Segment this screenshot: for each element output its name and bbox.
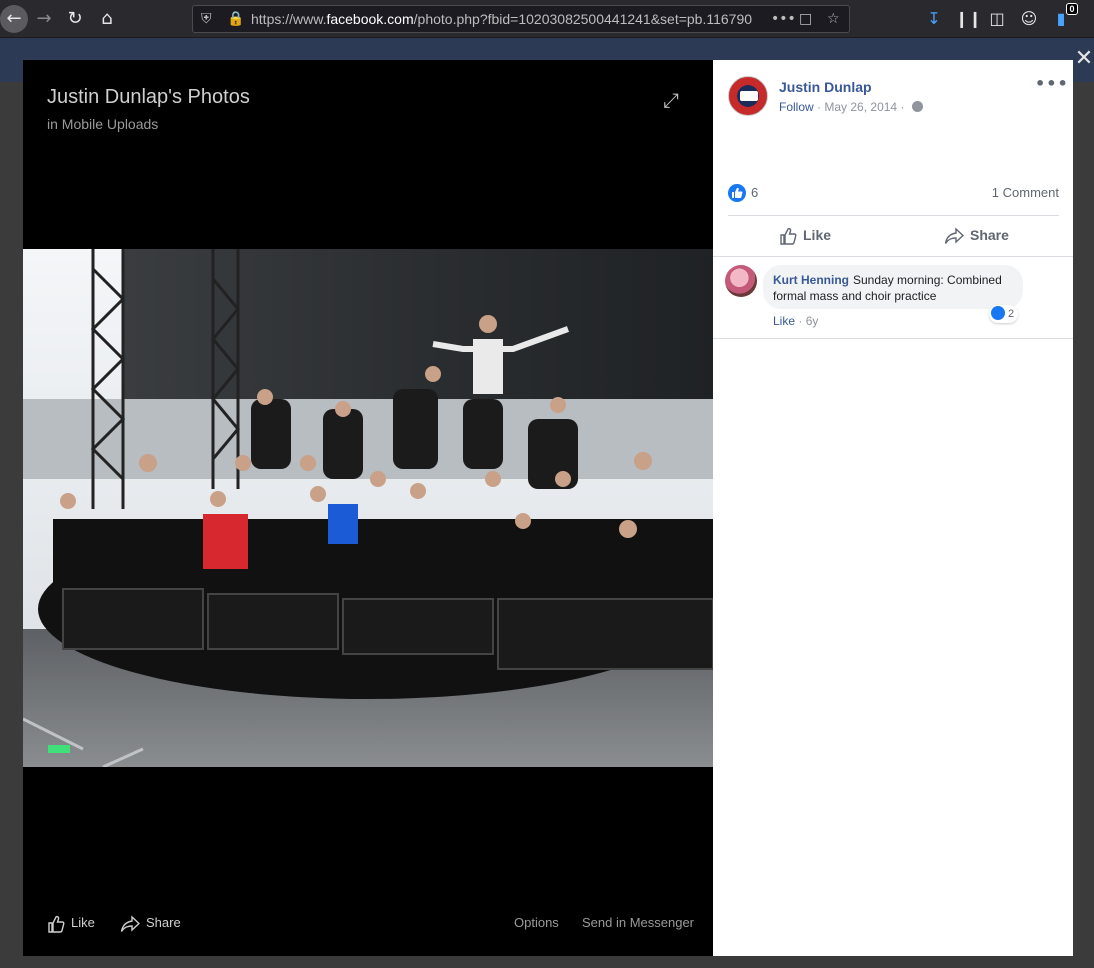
send-in-messenger-link[interactable]: Send in Messenger bbox=[582, 908, 694, 938]
browser-toolbar: ← → ↻ ⌂ ⛨ 🔒 https://www.facebook.com/pho… bbox=[0, 0, 1094, 38]
divider bbox=[728, 215, 1059, 216]
url-bar[interactable]: ⛨ 🔒 https://www.facebook.com/photo.php?f… bbox=[192, 5, 850, 33]
author-name[interactable]: Justin Dunlap bbox=[779, 79, 872, 95]
back-button[interactable]: ← bbox=[0, 5, 28, 33]
globe-icon bbox=[911, 101, 923, 112]
extension-badge: 0 bbox=[1066, 3, 1078, 15]
forward-button[interactable]: → bbox=[30, 5, 58, 33]
post-share-button[interactable]: Share bbox=[944, 222, 1009, 248]
post-share-label: Share bbox=[970, 227, 1009, 243]
comment-age[interactable]: 6y bbox=[806, 314, 819, 328]
reactions-count[interactable]: 6 bbox=[751, 185, 758, 200]
photo-like-button[interactable]: Like bbox=[47, 908, 95, 938]
post-like-button[interactable]: Like bbox=[779, 222, 831, 248]
album-title[interactable]: Justin Dunlap's Photos bbox=[47, 86, 250, 109]
meta-separator-2: · bbox=[900, 100, 905, 114]
shield-icon[interactable]: ⛨ bbox=[201, 6, 212, 32]
thumbs-up-icon bbox=[48, 915, 65, 933]
divider bbox=[713, 256, 1073, 257]
author-avatar[interactable] bbox=[728, 76, 768, 116]
like-reaction-icon[interactable] bbox=[728, 184, 746, 202]
divider bbox=[713, 338, 1073, 339]
url-text: https://www.facebook.com/photo.php?fbid=… bbox=[251, 11, 753, 27]
follow-link[interactable]: Follow bbox=[779, 100, 814, 114]
meta-separator: · bbox=[817, 100, 822, 114]
comment-author[interactable]: Kurt Henning bbox=[773, 273, 849, 287]
photo-stage: Justin Dunlap's Photos in Mobile Uploads… bbox=[23, 60, 713, 956]
bookmark-star-icon[interactable]: ☆ bbox=[827, 6, 840, 32]
comment-like-link[interactable]: Like bbox=[773, 314, 795, 328]
photo-image[interactable] bbox=[23, 249, 713, 767]
post-side-panel: Justin Dunlap Follow · May 26, 2014 · ••… bbox=[713, 60, 1073, 956]
thumbs-up-icon bbox=[780, 228, 797, 245]
comment-reaction-count: 2 bbox=[1008, 308, 1015, 320]
expand-icon[interactable]: ⤢ bbox=[659, 88, 683, 112]
page-actions-icon[interactable]: ••• bbox=[771, 6, 796, 32]
comment-separator: · bbox=[798, 314, 803, 328]
album-subtitle[interactable]: in Mobile Uploads bbox=[47, 116, 158, 132]
pocket-icon[interactable]: □ bbox=[799, 6, 812, 32]
options-link[interactable]: Options bbox=[514, 908, 559, 938]
photo-share-label: Share bbox=[146, 915, 181, 930]
post-meta: Follow · May 26, 2014 · bbox=[779, 100, 923, 114]
photo-share-button[interactable]: Share bbox=[120, 908, 181, 938]
photo-like-label: Like bbox=[71, 915, 95, 930]
close-icon[interactable]: ✕ bbox=[1073, 44, 1094, 74]
photo-actions: Like Share Options Send in Messenger bbox=[23, 908, 713, 938]
account-icon[interactable]: ☺ bbox=[1017, 5, 1041, 33]
share-arrow-icon bbox=[120, 914, 141, 932]
download-icon[interactable]: ↧ bbox=[922, 5, 946, 33]
home-button[interactable]: ⌂ bbox=[93, 5, 121, 33]
sidebar-icon[interactable]: ◫ bbox=[985, 5, 1009, 33]
like-reaction-icon bbox=[991, 306, 1005, 320]
commenter-avatar[interactable] bbox=[725, 265, 757, 297]
post-like-label: Like bbox=[803, 227, 832, 243]
share-arrow-icon bbox=[944, 227, 965, 245]
comments-count[interactable]: 1 Comment bbox=[992, 185, 1059, 200]
library-icon[interactable]: ❙❙ bbox=[955, 5, 982, 33]
reactions-row: 6 1 Comment bbox=[728, 182, 1059, 204]
reload-button[interactable]: ↻ bbox=[61, 5, 89, 33]
more-options-icon[interactable]: ••• bbox=[1035, 74, 1068, 94]
comment-bubble: Kurt Henning Sunday morning: Combined for… bbox=[763, 265, 1023, 309]
comment-reactions[interactable]: 2 bbox=[989, 305, 1019, 323]
comment-actions: Like · 6y bbox=[773, 314, 818, 328]
post-date[interactable]: May 26, 2014 bbox=[824, 100, 897, 114]
lock-icon[interactable]: 🔒 bbox=[227, 6, 244, 32]
